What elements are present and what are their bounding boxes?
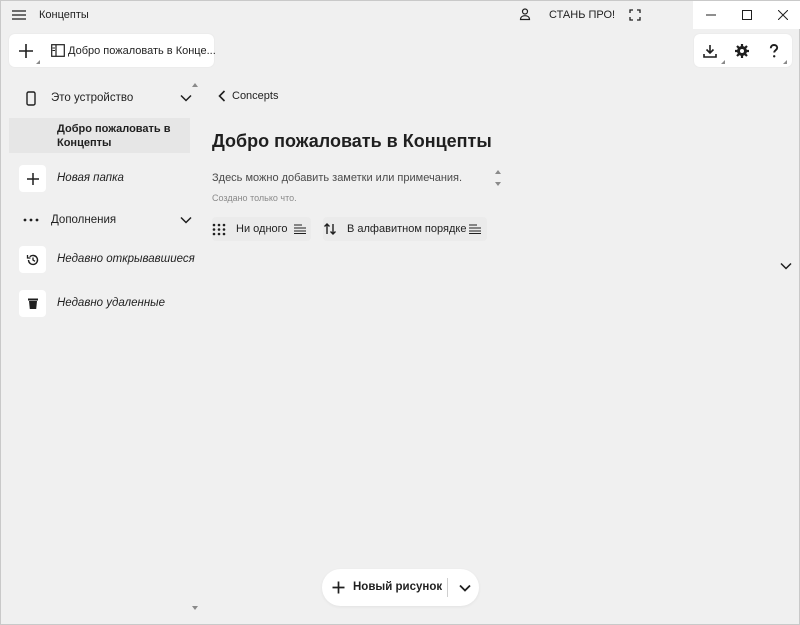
grid-icon [212,222,226,236]
download-icon[interactable] [701,42,719,60]
chevron-down-icon[interactable] [450,569,479,606]
panel-icon [51,44,65,57]
chevron-down-icon[interactable] [180,214,192,226]
sidebar-item-device[interactable]: Это устройство [9,88,201,108]
go-pro-button[interactable]: СТАНЬ ПРО! [549,9,615,21]
window-controls [693,1,800,29]
grouping-selector[interactable]: Ни одного [212,217,311,241]
help-icon[interactable] [765,42,783,60]
sidebar: Это устройство Добро пожаловать в Концеп… [9,76,201,621]
minimize-icon[interactable] [693,1,729,29]
app-title: Концепты [39,9,89,21]
sidebar-item-recent-opened[interactable]: Недавно открывавшиеся [9,246,201,273]
notes-field[interactable]: Здесь можно добавить заметки или примеча… [212,172,462,184]
trash-icon [19,290,46,317]
new-tab-button[interactable] [17,42,35,60]
new-drawing-label: Новый рисунок [353,581,443,593]
main-content: Concepts Добро пожаловать в Концепты Зде… [201,76,792,621]
corner-indicator [36,60,40,64]
phone-icon [23,90,39,106]
title-bar: Концепты СТАНЬ ПРО! [1,1,800,29]
hamburger-icon[interactable] [11,8,27,22]
sidebar-item-label: Добро пожаловать в Концепты [57,123,171,149]
tab-welcome[interactable]: Добро пожаловать в Конце... [49,34,216,67]
gear-icon[interactable] [733,42,751,60]
divider [447,578,448,597]
breadcrumb[interactable]: Concepts [218,88,278,104]
plus-icon [19,165,46,192]
sidebar-item-label: Новая папка [57,172,124,184]
maximize-icon[interactable] [729,1,765,29]
app-window: Концепты СТАНЬ ПРО! Добро пожаловать в К… [0,0,800,625]
plus-icon [332,581,345,594]
scroll-down-arrow[interactable] [192,606,198,610]
corner-indicator [721,60,725,64]
breadcrumb-label: Concepts [232,90,279,102]
corner-indicator [783,60,787,64]
chevron-down-icon[interactable] [780,260,792,272]
chevron-left-icon [218,90,226,102]
tab-label: Добро пожаловать в Конце... [68,45,216,57]
new-drawing-control: Новый рисунок [322,569,479,606]
sidebar-item-extras[interactable]: Дополнения [9,210,201,230]
sidebar-item-recent-deleted[interactable]: Недавно удаленные [9,290,201,317]
notes-scroll-arrows[interactable] [493,166,503,190]
actions-toolbar [694,34,792,67]
sort-icon [323,222,337,236]
page-title: Добро пожаловать в Концепты [212,131,492,151]
sort-selector[interactable]: В алфавитном порядке [323,217,487,241]
sidebar-item-label: Это устройство [51,92,134,104]
sidebar-item-label: Недавно удаленные [57,297,166,309]
sidebar-item-welcome[interactable]: Добро пожаловать в Концепты [9,118,190,153]
fullscreen-icon[interactable] [628,8,642,22]
grouping-label: Ни одного [236,223,288,235]
scroll-up-arrow[interactable] [192,83,198,87]
history-icon [19,246,46,273]
more-icon [23,212,39,228]
user-icon[interactable] [518,7,532,21]
new-drawing-button[interactable]: Новый рисунок [322,569,444,606]
chevron-down-icon[interactable] [180,92,192,104]
tabs-toolbar: Добро пожаловать в Конце... [9,34,216,67]
sidebar-item-new-folder[interactable]: Новая папка [9,165,201,192]
created-timestamp: Создано только что. [212,193,297,203]
sort-label: В алфавитном порядке [347,223,467,235]
options-icon [469,224,481,234]
sidebar-item-label: Недавно открывавшиеся [57,253,195,265]
options-icon [294,224,306,234]
sidebar-item-label: Дополнения [51,214,117,226]
close-icon[interactable] [765,1,800,29]
